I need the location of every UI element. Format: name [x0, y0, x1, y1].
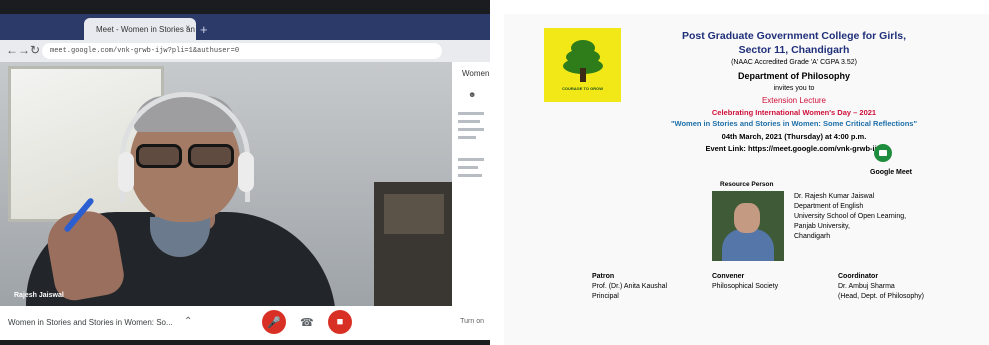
camera-off-icon[interactable]: ■ [328, 310, 352, 334]
url-field[interactable]: meet.google.com/vnk-grwb-ijw?pli=1&authu… [42, 43, 442, 59]
meet-call-photo: Meet - Women in Stories an × + ← → ↻ mee… [0, 0, 490, 345]
celebrating-line: Celebrating International Women's Day – … [711, 108, 877, 117]
talk-title: "Women in Stories and Stories in Women: … [670, 119, 918, 128]
captions-toggle[interactable]: Turn on [460, 318, 484, 325]
participant-video [0, 62, 452, 306]
resource-person-photo [712, 191, 784, 261]
arrow-right-icon[interactable]: → [18, 43, 30, 57]
close-icon[interactable]: × [185, 23, 190, 32]
convener-block: Convener Philosophical Society [712, 273, 779, 290]
browser-tab[interactable]: Meet - Women in Stories an × [84, 18, 196, 40]
tree-icon [563, 40, 603, 82]
event-type: Extension Lecture [761, 96, 827, 105]
reload-icon[interactable]: ↻ [30, 43, 40, 57]
invites-text: invites you to [773, 85, 815, 92]
logo-caption: COURAGE TO GROW [561, 86, 604, 91]
event-link: Event Link: https://meet.google.com/vnk-… [705, 144, 883, 153]
meet-side-panel: Women ☻ [452, 62, 490, 306]
chevron-up-icon[interactable]: ⌃ [184, 316, 192, 327]
invitation-slide: COURAGE TO GROW Post Graduate Government… [504, 14, 989, 345]
college-logo: COURAGE TO GROW [544, 28, 621, 102]
college-name-line1: Post Graduate Government College for Gir… [681, 30, 907, 42]
tab-title: Meet - Women in Stories an [96, 24, 196, 34]
hang-up-icon[interactable]: ☎ [300, 316, 314, 329]
meet-control-bar: Women in Stories and Stories in Women: S… [0, 306, 490, 340]
arrow-left-icon[interactable]: ← [6, 43, 18, 57]
coordinator-block: Coordinator Dr. Ambuj Sharma (Head, Dept… [838, 273, 924, 300]
patron-block: Patron Prof. (Dr.) Anita Kaushal Princip… [592, 273, 668, 300]
glasses [132, 144, 238, 170]
meeting-title: Women in Stories and Stories in Women: S… [8, 318, 173, 327]
resource-person-details: Dr. Rajesh Kumar Jaiswal Department of E… [794, 193, 907, 240]
person-icon[interactable]: ☻ [468, 90, 476, 99]
new-tab-button[interactable]: + [200, 22, 208, 37]
side-panel-title: Women [462, 69, 490, 78]
google-meet-icon [874, 144, 892, 162]
browser-tab-strip: Meet - Women in Stories an × + [0, 14, 490, 40]
resource-person-heading: Resource Person [720, 181, 774, 188]
naac-grade: (NAAC Accredited Grade 'A' CGPA 3.52) [731, 59, 857, 66]
participant-name-tag: Rajesh Jaiswal [14, 292, 64, 299]
department: Department of Philosophy [737, 71, 850, 81]
address-bar-row: ← → ↻ meet.google.com/vnk-grwb-ijw?pli=1… [0, 40, 490, 62]
event-date: 04th March, 2021 (Thursday) at 4:00 p.m. [721, 132, 867, 141]
mic-off-icon[interactable]: 🎤 [262, 310, 286, 334]
google-meet-label: Google Meet [870, 169, 913, 176]
college-name-line2: Sector 11, Chandigarh [738, 44, 850, 56]
